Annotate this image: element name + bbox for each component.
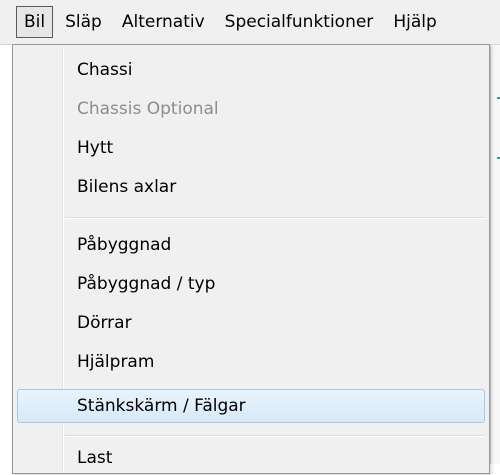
menu-item-chassis-optional: Chassis Optional [77, 99, 219, 119]
menu-item-chassi[interactable]: Chassi [17, 53, 485, 87]
menu-item-last[interactable]: Last [17, 441, 485, 475]
menu-hjalp[interactable]: Hjälp [385, 6, 444, 38]
menu-item-bilens-axlar[interactable]: Bilens axlar [17, 170, 485, 204]
menu-item-hytt[interactable]: Hytt [17, 131, 485, 165]
menu-separator [65, 435, 485, 437]
menu-item-hjalpram[interactable]: Hjälpram [17, 345, 485, 379]
menu-item-pabyggnad-typ[interactable]: Påbyggnad / typ [17, 267, 485, 301]
menu-slap[interactable]: Släp [57, 6, 110, 38]
menu-bar: Bil Släp Alternativ Specialfunktioner Hj… [0, 0, 500, 45]
menu-item-dorrar[interactable]: Dörrar [17, 306, 485, 340]
menu-separator [65, 217, 485, 219]
bil-dropdown-menu: Chassi Chassis Optional Hytt Bilens axla… [12, 44, 490, 474]
menu-item-stankskarm-falgar[interactable]: Stänkskärm / Fälgar [17, 389, 485, 423]
menu-specialfunktioner[interactable]: Specialfunktioner [217, 6, 382, 38]
menu-item-pabyggnad[interactable]: Påbyggnad [17, 228, 485, 262]
menu-bil[interactable]: Bil [16, 6, 54, 38]
menu-alternativ[interactable]: Alternativ [114, 6, 213, 38]
background-window-edge [490, 45, 500, 464]
